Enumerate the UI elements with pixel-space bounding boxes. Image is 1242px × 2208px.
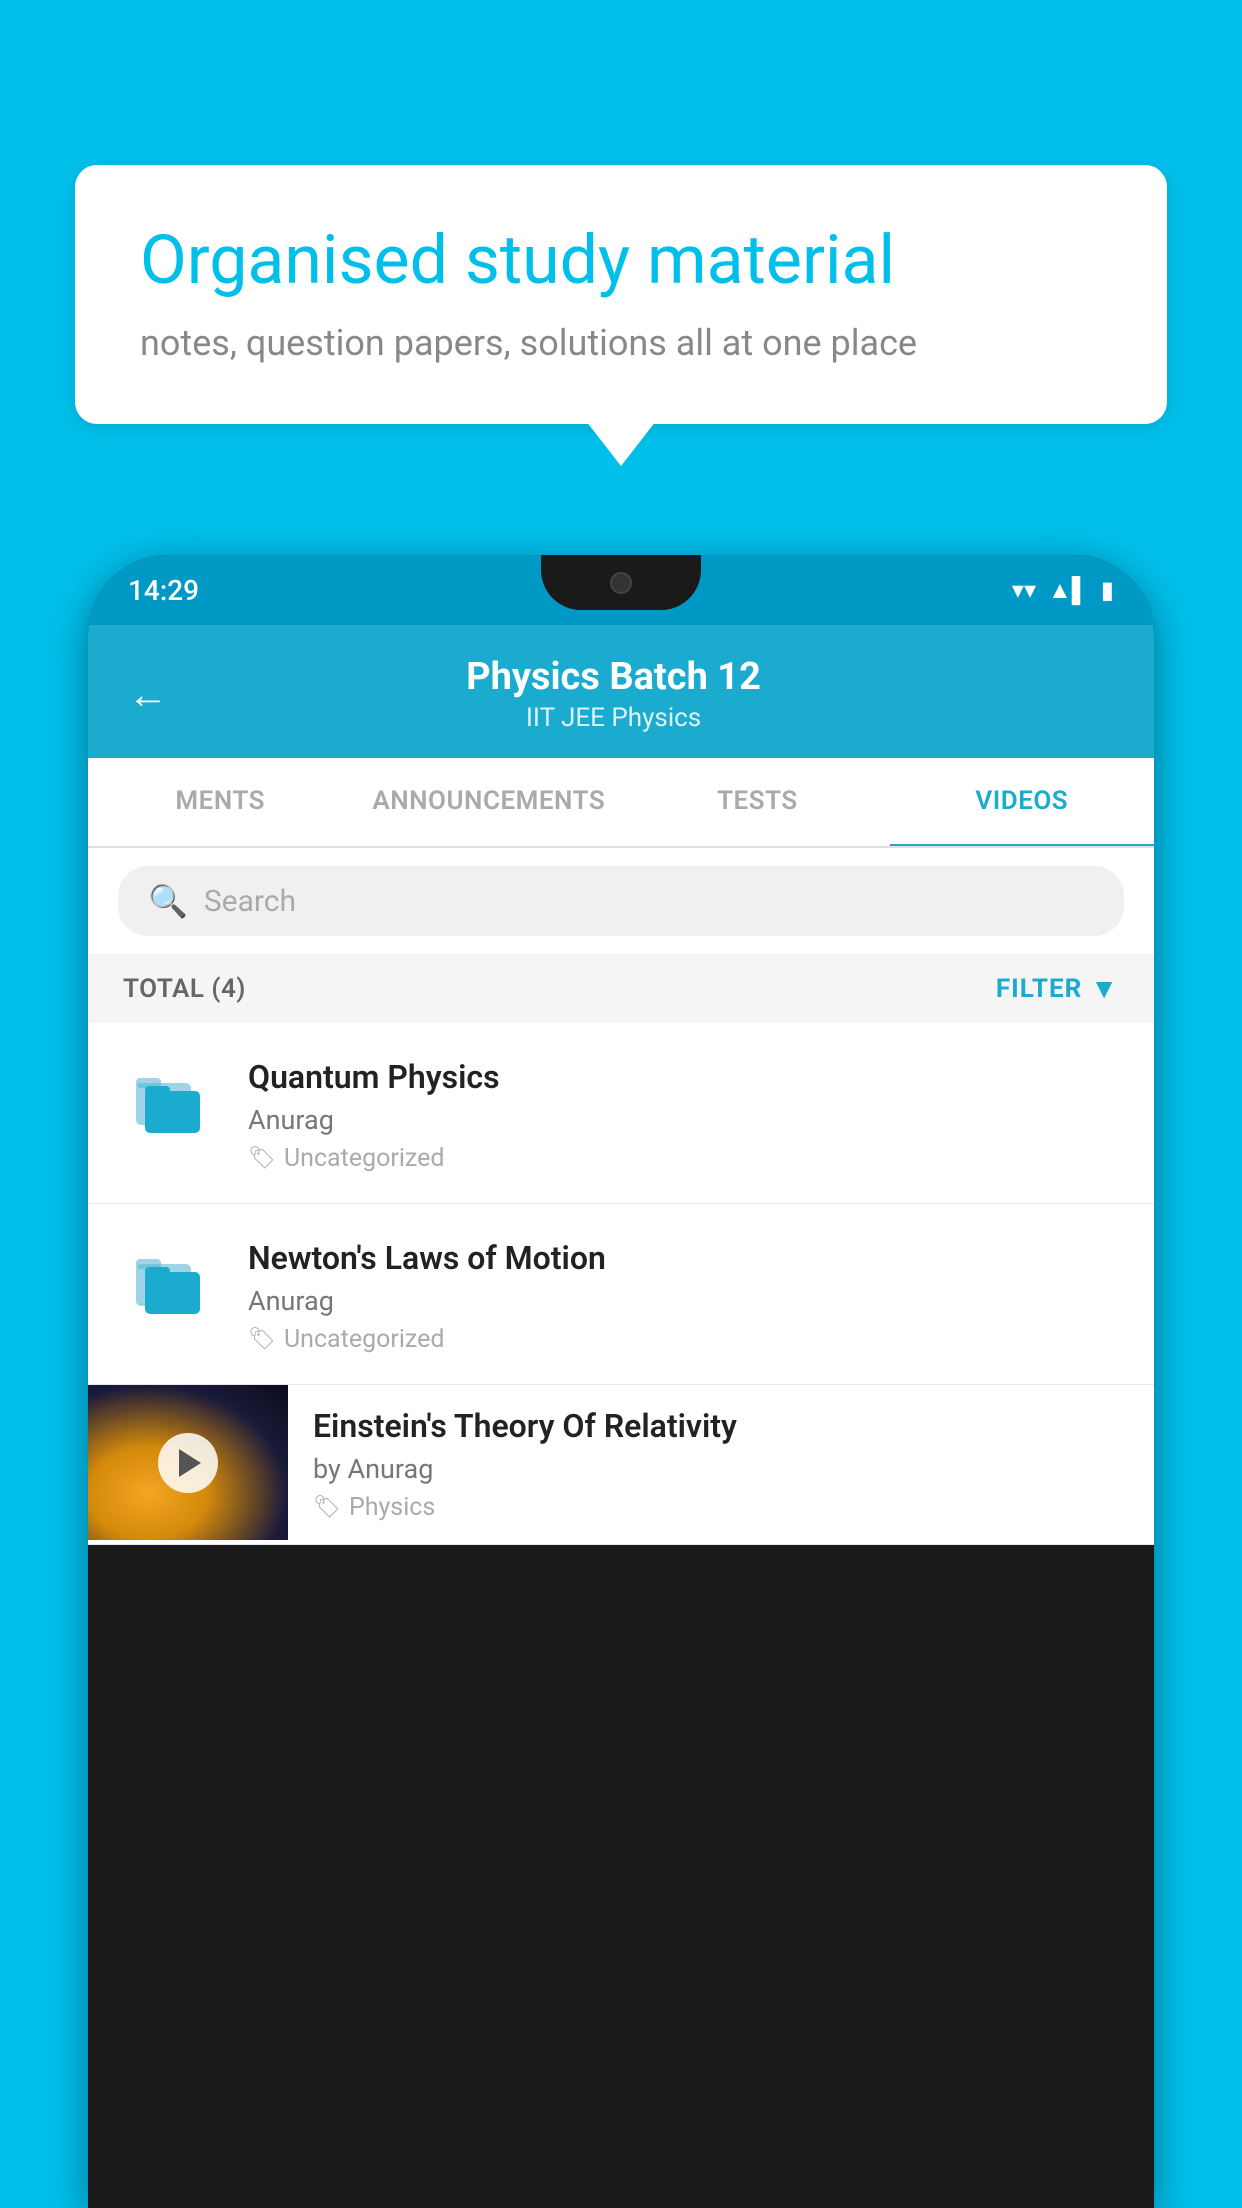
app-header: ← Physics Batch 12 IIT JEE Physics: [88, 625, 1154, 758]
filter-button[interactable]: FILTER ▼: [996, 972, 1119, 1005]
video-author: Anurag: [248, 1285, 1119, 1317]
tab-videos[interactable]: VIDEOS: [890, 758, 1154, 848]
list-item[interactable]: Newton's Laws of Motion Anurag 🏷 Uncateg…: [88, 1204, 1154, 1385]
speech-bubble: Organised study material notes, question…: [75, 165, 1167, 424]
video-item-info: Quantum Physics Anurag 🏷 Uncategorized: [248, 1053, 1119, 1173]
tab-ments[interactable]: MENTS: [88, 758, 352, 846]
video-item-info: Newton's Laws of Motion Anurag 🏷 Uncateg…: [248, 1234, 1119, 1354]
list-item[interactable]: Quantum Physics Anurag 🏷 Uncategorized: [88, 1023, 1154, 1204]
wifi-icon: ▾▾: [1012, 576, 1036, 604]
folder-icon: [123, 1053, 218, 1153]
back-button[interactable]: ←: [128, 671, 168, 718]
tag-icon: 🏷: [313, 1495, 341, 1520]
search-bar: 🔍 Search: [88, 848, 1154, 954]
status-icons: ▾▾ ▲▌ ▮: [1012, 576, 1114, 605]
status-bar: 14:29 ▾▾ ▲▌ ▮: [88, 555, 1154, 625]
video-list: Quantum Physics Anurag 🏷 Uncategorized: [88, 1023, 1154, 1545]
status-time: 14:29: [128, 574, 199, 607]
video-item-info: Einstein's Theory Of Relativity by Anura…: [288, 1385, 1154, 1544]
play-button[interactable]: [158, 1433, 218, 1493]
folder-icon: [123, 1234, 218, 1334]
search-input[interactable]: Search: [204, 884, 296, 919]
signal-icon: ▲▌: [1048, 576, 1089, 605]
play-icon: [179, 1449, 201, 1477]
video-author: by Anurag: [313, 1453, 1129, 1485]
video-thumbnail: [88, 1385, 288, 1540]
bubble-title: Organised study material: [140, 220, 1102, 302]
tab-announcements[interactable]: ANNOUNCEMENTS: [352, 758, 625, 846]
header-text: Physics Batch 12 IIT JEE Physics: [198, 655, 1029, 733]
video-tag: 🏷 Uncategorized: [248, 1144, 1119, 1173]
tabs-bar: MENTS ANNOUNCEMENTS TESTS VIDEOS: [88, 758, 1154, 848]
screen-title: Physics Batch 12: [198, 655, 1029, 699]
tag-icon: 🏷: [248, 1146, 276, 1171]
app-container: ← Physics Batch 12 IIT JEE Physics MENTS…: [88, 625, 1154, 1545]
filter-bar: TOTAL (4) FILTER ▼: [88, 954, 1154, 1023]
bubble-subtitle: notes, question papers, solutions all at…: [140, 322, 1102, 364]
search-input-wrapper[interactable]: 🔍 Search: [118, 866, 1124, 936]
video-title: Newton's Laws of Motion: [248, 1239, 1119, 1277]
total-count: TOTAL (4): [123, 974, 246, 1004]
video-tag: 🏷 Uncategorized: [248, 1325, 1119, 1354]
list-item[interactable]: Einstein's Theory Of Relativity by Anura…: [88, 1385, 1154, 1545]
video-title: Einstein's Theory Of Relativity: [313, 1407, 1129, 1445]
notch: [541, 555, 701, 610]
video-title: Quantum Physics: [248, 1058, 1119, 1096]
battery-icon: ▮: [1101, 576, 1114, 604]
filter-icon: ▼: [1090, 972, 1119, 1005]
tab-tests[interactable]: TESTS: [625, 758, 889, 846]
video-tag: 🏷 Physics: [313, 1493, 1129, 1522]
front-camera: [610, 572, 632, 594]
breadcrumb: IIT JEE Physics: [198, 703, 1029, 733]
tag-icon: 🏷: [248, 1327, 276, 1352]
search-icon: 🔍: [148, 882, 188, 920]
video-author: Anurag: [248, 1104, 1119, 1136]
phone-frame: 14:29 ▾▾ ▲▌ ▮ ← Physics Batch 12 IIT JEE…: [88, 555, 1154, 2208]
